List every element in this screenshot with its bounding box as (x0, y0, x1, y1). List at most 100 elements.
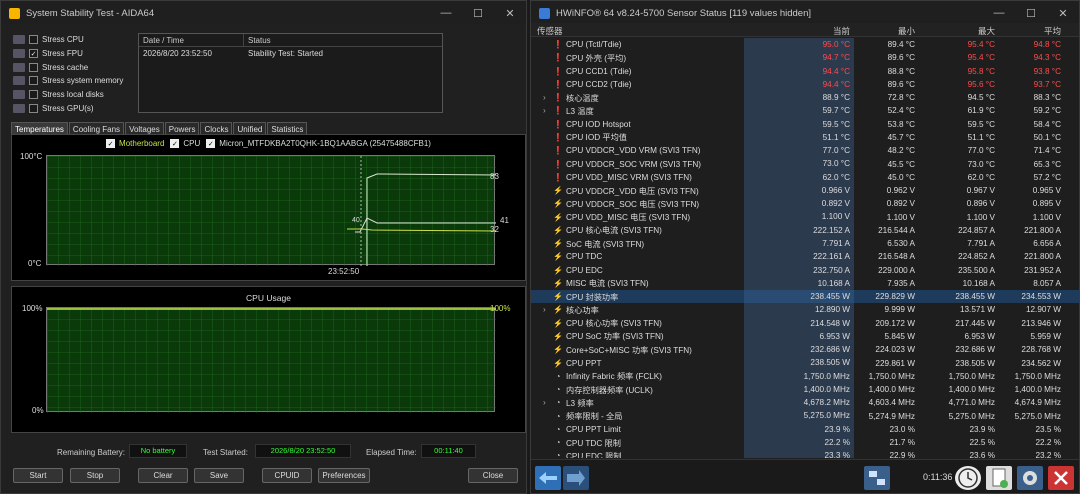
power-icon: ⚡ (553, 252, 563, 262)
expand-chevron-icon[interactable]: › (543, 305, 551, 314)
close-window-button[interactable]: ✕ (494, 7, 526, 20)
sensor-row[interactable]: ❗ CPU IOD Hotspot 59.5 °C 53.8 °C 59.5 °C 58.… (531, 117, 1079, 131)
temp-value-ssd: 32 (490, 225, 499, 234)
stress-checkbox[interactable] (29, 103, 38, 113)
col-avg[interactable]: 平均 (999, 23, 1065, 36)
sensor-name: CPU VDD_MISC VRM (SVI3 TFN) (566, 172, 692, 182)
legend-item[interactable]: ✓ Motherboard (106, 139, 164, 148)
sensor-row[interactable]: ⚡ CPU VDDCR_VDD 电压 (SVI3 TFN) 0.966 V 0.962… (531, 183, 1079, 198)
sensor-name: CPU VDDCR_VDD VRM (SVI3 TFN) (566, 146, 701, 156)
stress-device-icon (13, 49, 25, 59)
sensor-row[interactable]: ⚡ MISC 电流 (SVI3 TFN) 10.168 A 7.935 A 10.168… (531, 276, 1079, 291)
sensor-max: 4,771.0 MHz (948, 398, 995, 408)
save-button[interactable]: Save (194, 468, 244, 483)
sensor-row[interactable]: ❗ CPU VDDCR_SOC VRM (SVI3 TFN) 73.0 °C 45.5… (531, 157, 1079, 171)
stress-checkbox[interactable]: ✓ (29, 49, 38, 59)
sensor-row[interactable]: ◔ CPU PPT Limit 23.9 % 23.0 % 23.9 % 23.5 % (531, 422, 1079, 436)
sensor-row[interactable]: ⚡ CPU SoC 功率 (SVI3 TFN) 6.953 W 5.845 W 6.95… (531, 329, 1079, 344)
stress-checkbox[interactable] (29, 62, 38, 72)
sensor-row[interactable]: ⚡ CPU VDD_MISC 电压 (SVI3 TFN) 1.100 V 1.100 … (531, 210, 1079, 224)
start-button[interactable]: Start (13, 468, 63, 483)
expand-chevron-icon[interactable]: › (543, 93, 551, 102)
sensor-row[interactable]: › ◔ L3 频率 4,678.2 MHz 4,603.4 MHz 4,771.0 MHz… (531, 396, 1079, 410)
legend-checkbox[interactable]: ✓ (206, 139, 216, 148)
sensor-row[interactable]: ⚡ SoC 电流 (SVI3 TFN) 7.791 A 6.530 A 7.791 A 6… (531, 236, 1079, 251)
sensor-row[interactable]: ⚡ CPU TDC 222.161 A 216.548 A 224.852 A 221.8… (531, 250, 1079, 264)
hw-close-button[interactable]: ✕ (1047, 7, 1079, 20)
report-icon[interactable] (986, 466, 1012, 490)
legend-item[interactable]: ✓ CPU (170, 139, 200, 148)
legend-checkbox[interactable]: ✓ (106, 139, 116, 148)
sensor-row[interactable]: ❗ CPU 外壳 (平均) 94.7 °C 89.6 °C 95.4 °C 94.3 °C (531, 51, 1079, 65)
network-icon[interactable] (864, 466, 890, 490)
expand-chevron-icon[interactable]: › (543, 106, 551, 115)
temp-y-top: 100°C (20, 152, 43, 161)
legend-item[interactable]: ✓ Micron_MTFDKBA2T0QHK-1BQ1AABGA (2547548… (206, 139, 431, 148)
sensor-max: 62.0 °C (967, 172, 995, 182)
sensor-avg: 22.2 % (1035, 438, 1062, 448)
sensor-min: 72.8 °C (887, 93, 915, 103)
sensor-row[interactable]: › ⚡ 核心功率 12.890 W 9.999 W 13.571 W 12.907 W (531, 303, 1079, 317)
clock-icon[interactable] (955, 466, 981, 490)
stop-button[interactable]: Stop (70, 468, 120, 483)
col-min[interactable]: 最小 (854, 23, 919, 36)
stress-option[interactable]: ✓ Stress FPU (13, 47, 133, 61)
sensor-row[interactable]: ⚡ CPU EDC 232.750 A 229.000 A 235.500 A 231.9… (531, 263, 1079, 277)
sensor-row[interactable]: ◔ 内存控制器频率 (UCLK) 1,400.0 MHz 1,400.0 MHz 1,4… (531, 382, 1079, 397)
log-col-date[interactable]: Date / Time (139, 34, 244, 46)
cpu-y-bottom: 0% (32, 406, 44, 415)
exit-icon[interactable] (1048, 466, 1074, 490)
stress-checkbox[interactable] (29, 76, 38, 86)
minimize-button[interactable]: — (430, 7, 462, 19)
settings-gear-icon[interactable] (1017, 466, 1043, 490)
sensor-row[interactable]: ❗ CPU (Tctl/Tdie) 95.0 °C 89.4 °C 95.4 °C 94.… (531, 38, 1079, 52)
hw-maximize-button[interactable]: ☐ (1015, 7, 1047, 20)
sensor-row[interactable]: › ❗ 核心温度 88.9 °C 72.8 °C 94.5 °C 88.3 °C (531, 91, 1079, 105)
stress-option[interactable]: Stress CPU (13, 33, 133, 47)
sensor-row[interactable]: ⚡ CPU 核心电流 (SVI3 TFN) 222.152 A 216.544 A 22… (531, 223, 1079, 237)
stress-option[interactable]: Stress cache (13, 60, 133, 74)
sensor-avg: 94.8 °C (1033, 40, 1061, 50)
cpuid-button[interactable]: CPUID (262, 468, 312, 483)
sensor-row[interactable]: ⚡ CPU 核心功率 (SVI3 TFN) 214.548 W 209.172 W 21… (531, 316, 1079, 330)
sensor-row[interactable]: ❗ CPU CCD2 (Tdie) 94.4 °C 89.6 °C 95.6 °C 93.… (531, 77, 1079, 92)
sensor-row[interactable]: ⚡ Core+SoC+MISC 功率 (SVI3 TFN) 232.686 W 224… (531, 343, 1079, 357)
sensor-row[interactable]: ◔ CPU EDC 限制 23.3 % 22.9 % 23.6 % 23.2 % (531, 449, 1079, 458)
log-col-status[interactable]: Status (244, 34, 442, 46)
maximize-button[interactable]: ☐ (462, 7, 494, 20)
sensor-row[interactable]: ⚡ CPU VDDCR_SOC 电压 (SVI3 TFN) 0.892 V 0.892… (531, 197, 1079, 211)
sensor-row[interactable]: ◔ CPU TDC 限制 22.2 % 21.7 % 22.5 % 22.2 % (531, 435, 1079, 450)
sensor-row[interactable]: ⚡ CPU 封装功率 238.455 W 229.829 W 238.455 W 234.… (531, 290, 1079, 304)
next-arrow-icon[interactable] (563, 466, 589, 490)
temp-plot-svg: 40 (47, 156, 497, 266)
clear-button[interactable]: Clear (138, 468, 188, 483)
sensor-row[interactable]: ⚡ CPU PPT 238.505 W 229.861 W 238.505 W 234.5… (531, 356, 1079, 370)
cpu-usage-graph: CPU Usage 100% 0% 100% (11, 286, 526, 433)
sensor-row[interactable]: ◔ Infinity Fabric 频率 (FCLK) 1,750.0 MHz 1,7… (531, 369, 1079, 383)
sensor-row[interactable]: ❗ CPU VDD_MISC VRM (SVI3 TFN) 62.0 °C 45.0 … (531, 170, 1079, 184)
stress-option[interactable]: Stress local disks (13, 88, 133, 102)
power-icon: ⚡ (553, 345, 563, 355)
power-icon: ⚡ (553, 212, 563, 222)
sensor-rows: ❗ CPU (Tctl/Tdie) 95.0 °C 89.4 °C 95.4 °C 94.… (531, 38, 1079, 458)
hw-minimize-button[interactable]: — (983, 7, 1015, 19)
close-button[interactable]: Close (468, 468, 518, 483)
prev-arrow-icon[interactable] (535, 466, 561, 490)
aida-title: System Stability Test - AIDA64 (26, 7, 155, 19)
stress-option[interactable]: Stress GPU(s) (13, 101, 133, 115)
sensor-row[interactable]: ❗ CPU CCD1 (Tdie) 94.4 °C 88.8 °C 95.8 °C 93.… (531, 64, 1079, 78)
sensor-avg: 1,400.0 MHz (1014, 385, 1061, 395)
stress-option[interactable]: Stress system memory (13, 74, 133, 88)
sensor-row[interactable]: › ❗ L3 温度 59.7 °C 52.4 °C 61.9 °C 59.2 °C (531, 104, 1079, 118)
col-sensor[interactable]: 传感器 (531, 23, 744, 36)
preferences-button[interactable]: Preferences (318, 468, 370, 483)
stress-checkbox[interactable] (29, 35, 38, 45)
sensor-row[interactable]: ❗ CPU VDDCR_VDD VRM (SVI3 TFN) 77.0 °C 48.2… (531, 144, 1079, 158)
col-max[interactable]: 最大 (919, 23, 999, 36)
stress-checkbox[interactable] (29, 90, 38, 100)
sensor-row[interactable]: ◔ 频率限制 - 全局 5,275.0 MHz 5,274.9 MHz 5,275.0 … (531, 409, 1079, 423)
legend-checkbox[interactable]: ✓ (170, 139, 180, 148)
sensor-row[interactable]: ❗ CPU IOD 平均值 51.1 °C 45.7 °C 51.1 °C 50.1 °C (531, 130, 1079, 145)
expand-chevron-icon[interactable]: › (543, 398, 551, 407)
col-current[interactable]: 当前 (744, 23, 854, 36)
